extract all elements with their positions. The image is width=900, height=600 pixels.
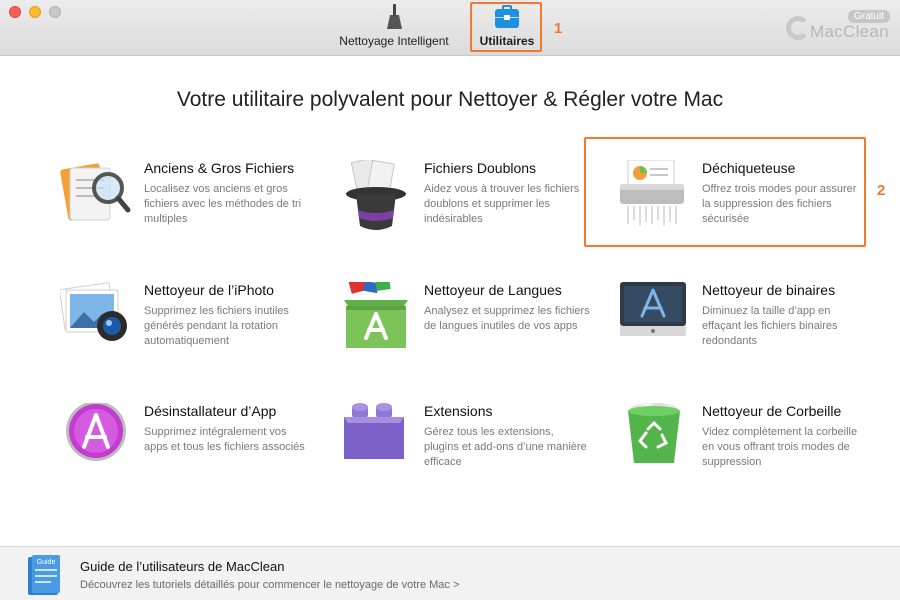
tool-description: Diminuez la taille d’app en effaçant les…	[702, 305, 838, 347]
iphoto-icon	[60, 282, 127, 341]
zoom-window-button[interactable]	[49, 6, 61, 18]
tool-title: Nettoyeur de Corbeille	[702, 403, 842, 419]
tool-extensions[interactable]: Extensions Gérez tous les extensions, pl…	[340, 403, 600, 503]
tool-description: Aidez vous à trouver les fichiers doublo…	[424, 183, 580, 225]
lego-brick-icon	[344, 403, 404, 459]
brand-logo: Gratuit MacClean	[780, 10, 890, 44]
tab-nettoyage-intelligent[interactable]: Nettoyage Intelligent	[336, 4, 452, 52]
broom-icon	[384, 4, 404, 30]
brand-name: MacClean	[810, 22, 889, 41]
tool-description: Supprimez les fichiers inutiles générés …	[144, 305, 289, 347]
macclean-logo-icon	[786, 16, 810, 40]
tool-description: Supprimez intégralement vos apps et tous…	[144, 426, 305, 453]
tool-nettoyeur-corbeille[interactable]: Nettoyeur de Corbeille Videz complètemen…	[618, 403, 878, 503]
tool-title: Nettoyeur de l’iPhoto	[144, 282, 274, 298]
guide-book-icon: Guide	[28, 555, 60, 595]
guide-title: Guide de l’utilisateurs de MacClean	[80, 559, 285, 574]
tool-nettoyeur-binaires[interactable]: Nettoyeur de binaires Diminuez la taille…	[618, 282, 878, 382]
language-box-icon	[344, 282, 408, 348]
tool-fichiers-doublons[interactable]: Fichiers Doublons Aidez vous à trouver l…	[340, 160, 600, 260]
tool-description: Videz complètement la corbeille en vous …	[702, 426, 858, 468]
tool-title: Fichiers Doublons	[424, 160, 537, 176]
step-marker-1: 1	[554, 20, 563, 37]
app-store-icon	[66, 403, 126, 461]
page-title: Votre utilitaire polyvalent pour Nettoye…	[176, 88, 724, 111]
minimize-window-button[interactable]	[29, 6, 41, 18]
close-window-button[interactable]	[9, 6, 21, 18]
tool-title: Extensions	[424, 403, 493, 419]
guide-description-link[interactable]: Découvrez les tutoriels détaillés pour c…	[80, 579, 459, 591]
tool-title: Nettoyeur de Langues	[424, 282, 562, 298]
user-guide-banner[interactable]: Guide Guide de l’utilisateurs de MacClea…	[0, 546, 900, 600]
tab-label: Nettoyage Intelligent	[339, 34, 449, 48]
highlight-box-tab	[470, 2, 542, 52]
tool-description: Localisez vos anciens et gros fichiers a…	[144, 183, 302, 225]
tool-anciens-gros-fichiers[interactable]: Anciens & Gros Fichiers Localisez vos an…	[60, 160, 320, 260]
tool-title: Anciens & Gros Fichiers	[144, 160, 295, 176]
tool-title: Nettoyeur de binaires	[702, 282, 836, 298]
tool-nettoyeur-langues[interactable]: Nettoyeur de Langues Analysez et supprim…	[340, 282, 600, 382]
magnifier-files-icon	[60, 163, 131, 221]
tool-nettoyeur-iphoto[interactable]: Nettoyeur de l’iPhoto Supprimez les fich…	[60, 282, 320, 382]
highlight-box-tool	[584, 137, 866, 247]
tool-desinstallateur-app[interactable]: Désinstallateur d’App Supprimez intégral…	[60, 403, 320, 503]
magic-hat-icon	[346, 160, 406, 230]
tool-description: Analysez et supprimez les fichiers de la…	[424, 305, 590, 332]
step-marker-2: 2	[877, 182, 886, 199]
guide-icon-label: Guide	[37, 559, 56, 566]
tool-description: Gérez tous les extensions, plugins et ad…	[424, 426, 587, 468]
trash-bin-icon	[628, 403, 680, 463]
toolbar: Nettoyage Intelligent Utilitaires Gratui…	[0, 0, 900, 56]
tool-title: Désinstallateur d’App	[144, 403, 277, 419]
binary-display-icon	[620, 282, 686, 336]
